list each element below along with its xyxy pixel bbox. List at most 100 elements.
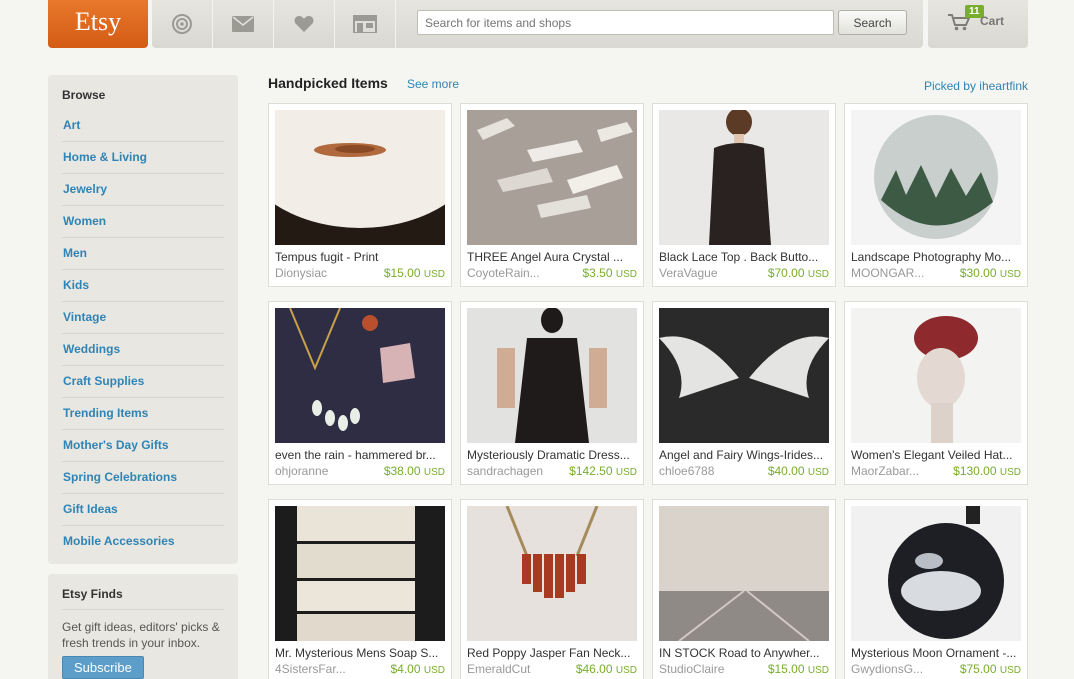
sidebar-item-women[interactable]: Women [62,206,224,238]
product-image[interactable] [851,110,1021,245]
product-price: $15.00 USD [768,662,829,676]
product-title[interactable]: Angel and Fairy Wings-Irides... [659,448,829,462]
product-card[interactable]: Black Lace Top . Back Butto... VeraVague… [652,103,836,287]
product-card[interactable]: even the rain - hammered br... ohjoranne… [268,301,452,485]
product-shop[interactable]: 4SistersFar... [275,662,375,676]
sidebar-item-mobile-accessories[interactable]: Mobile Accessories [62,526,224,558]
site-header: Etsy Search 11 Cart [0,0,1074,50]
search-button[interactable]: Search [838,10,907,35]
product-title[interactable]: Mysteriously Dramatic Dress... [467,448,637,462]
sidebar-item-jewelry[interactable]: Jewelry [62,174,224,206]
price-amount: $40.00 [767,464,805,478]
sidebar-item-craft-supplies[interactable]: Craft Supplies [62,366,224,398]
messages-button[interactable] [213,0,274,48]
price-amount: $30.00 [959,266,997,280]
price-amount: $130.00 [953,464,997,478]
product-title[interactable]: Women's Elegant Veiled Hat... [851,448,1021,462]
product-image[interactable] [275,506,445,641]
product-shop[interactable]: Dionysiac [275,266,375,280]
product-card[interactable]: Red Poppy Jasper Fan Neck... EmeraldCut … [460,499,644,679]
sidebar-item-vintage[interactable]: Vintage [62,302,224,334]
subscribe-button[interactable]: Subscribe [62,656,144,679]
product-shop[interactable]: sandrachagen [467,464,567,478]
product-image[interactable] [275,308,445,443]
price-currency: USD [615,665,637,676]
sidebar-item-art[interactable]: Art [62,110,224,142]
product-title[interactable]: even the rain - hammered br... [275,448,445,462]
product-title[interactable]: Red Poppy Jasper Fan Neck... [467,646,637,660]
browse-panel: Browse Art Home & Living Jewelry Women M… [48,75,238,564]
price-amount: $70.00 [767,266,805,280]
price-currency: USD [615,467,637,478]
shop-button[interactable] [335,0,396,48]
product-shop[interactable]: GwydionsG... [851,662,951,676]
price-amount: $15.00 [383,266,421,280]
product-card[interactable]: IN STOCK Road to Anywher... StudioClaire… [652,499,836,679]
favorites-button[interactable] [274,0,335,48]
product-title[interactable]: Mr. Mysterious Mens Soap S... [275,646,445,660]
sidebar-item-trending-items[interactable]: Trending Items [62,398,224,430]
sidebar-item-mothers-day-gifts[interactable]: Mother's Day Gifts [62,430,224,462]
product-card[interactable]: Women's Elegant Veiled Hat... MaorZabar.… [844,301,1028,485]
cart-button[interactable]: 11 Cart [928,0,1028,48]
price-amount: $142.50 [569,464,613,478]
product-price: $142.50 USD [569,464,637,478]
product-price: $130.00 USD [953,464,1021,478]
product-image[interactable] [275,110,445,245]
envelope-icon [232,16,254,32]
top-nav-bar: Search [152,0,923,48]
sidebar-item-gift-ideas[interactable]: Gift Ideas [62,494,224,526]
product-shop[interactable]: chloe6788 [659,464,759,478]
product-shop[interactable]: EmeraldCut [467,662,567,676]
product-card[interactable]: Mysteriously Dramatic Dress... sandracha… [460,301,644,485]
search-input[interactable] [417,10,834,35]
product-shop[interactable]: MOONGAR... [851,266,951,280]
price-amount: $38.00 [383,464,421,478]
product-image[interactable] [467,506,637,641]
product-title[interactable]: IN STOCK Road to Anywher... [659,646,829,660]
activity-button[interactable] [152,0,213,48]
product-title[interactable]: Landscape Photography Mo... [851,250,1021,264]
product-shop[interactable]: StudioClaire [659,662,759,676]
product-image[interactable] [851,308,1021,443]
product-card[interactable]: Angel and Fairy Wings-Irides... chloe678… [652,301,836,485]
picked-by-link[interactable]: Picked by iheartfink [850,79,1028,93]
product-shop[interactable]: CoyoteRain... [467,266,567,280]
sidebar-item-kids[interactable]: Kids [62,270,224,302]
product-price: $75.00 USD [960,662,1021,676]
sidebar-item-home-living[interactable]: Home & Living [62,142,224,174]
product-card[interactable]: Mysterious Moon Ornament -... GwydionsG.… [844,499,1028,679]
product-shop[interactable]: VeraVague [659,266,759,280]
etsy-logo[interactable]: Etsy [48,0,148,48]
product-card[interactable]: THREE Angel Aura Crystal ... CoyoteRain.… [460,103,644,287]
product-card[interactable]: Mr. Mysterious Mens Soap S... 4SistersFa… [268,499,452,679]
product-title[interactable]: Black Lace Top . Back Butto... [659,250,829,264]
price-currency: USD [999,269,1021,280]
product-price: $46.00 USD [576,662,637,676]
sidebar-item-weddings[interactable]: Weddings [62,334,224,366]
see-more-link[interactable]: See more [407,77,459,91]
product-title[interactable]: THREE Angel Aura Crystal ... [467,250,637,264]
product-image[interactable] [467,308,637,443]
etsy-finds-title: Etsy Finds [62,587,224,610]
product-title[interactable]: Mysterious Moon Ornament -... [851,646,1021,660]
storefront-icon [353,15,377,33]
price-currency: USD [807,467,829,478]
product-card[interactable]: Landscape Photography Mo... MOONGAR... $… [844,103,1028,287]
product-image[interactable] [659,506,829,641]
product-image[interactable] [659,110,829,245]
price-amount: $75.00 [959,662,997,676]
product-image[interactable] [659,308,829,443]
product-shop[interactable]: MaorZabar... [851,464,951,478]
product-shop[interactable]: ohjoranne [275,464,375,478]
sidebar-item-men[interactable]: Men [62,238,224,270]
product-title[interactable]: Tempus fugit - Print [275,250,445,264]
sidebar-item-spring-celebrations[interactable]: Spring Celebrations [62,462,224,494]
product-price: $40.00 USD [768,464,829,478]
product-card[interactable]: Tempus fugit - Print Dionysiac $15.00 US… [268,103,452,287]
product-image[interactable] [467,110,637,245]
price-currency: USD [423,269,445,280]
price-currency: USD [807,665,829,676]
product-image[interactable] [851,506,1021,641]
price-currency: USD [807,269,829,280]
